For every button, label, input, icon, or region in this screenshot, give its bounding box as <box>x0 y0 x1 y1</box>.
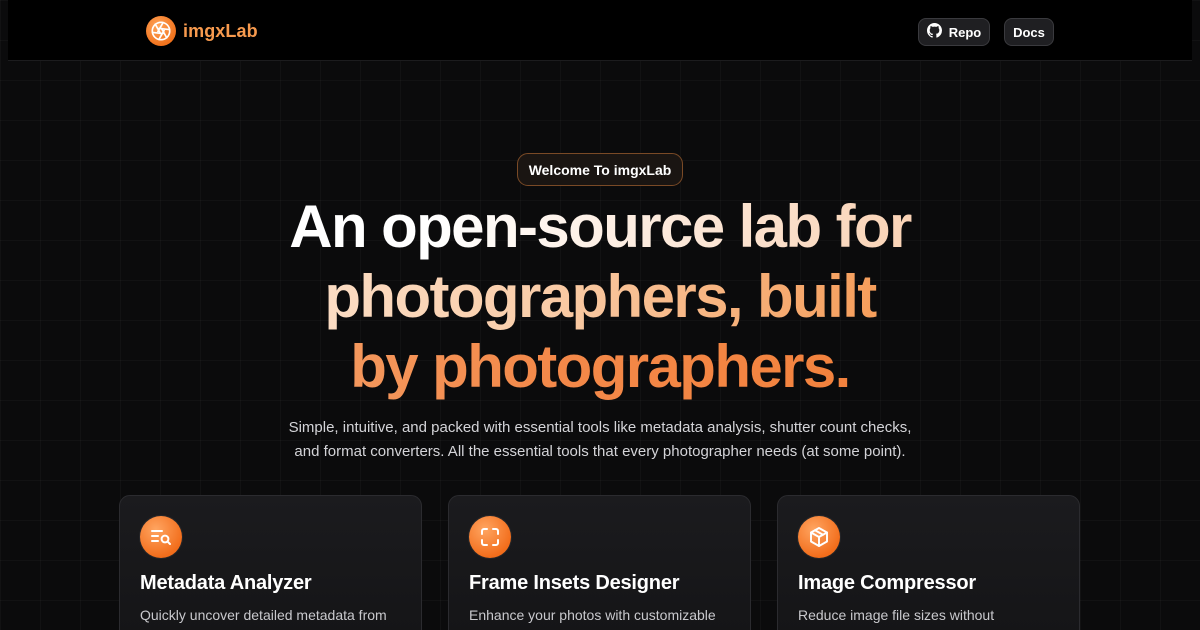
github-icon <box>926 23 942 41</box>
frame-icon <box>469 516 511 558</box>
box-icon <box>798 516 840 558</box>
hero-title-line-2: photographers, built <box>0 262 1200 332</box>
brand-name: imgxLab <box>183 20 258 41</box>
feature-card-frame-insets-designer[interactable]: Frame Insets Designer Enhance your photo… <box>448 495 751 630</box>
feature-title: Metadata Analyzer <box>140 572 312 594</box>
feature-card-image-compressor[interactable]: Image Compressor Reduce image file sizes… <box>777 495 1080 630</box>
hero-subtitle-line-1: Simple, intuitive, and packed with essen… <box>288 419 912 436</box>
repo-label: Repo <box>948 24 982 40</box>
hero-title-line-1: An open-source lab for <box>0 192 1200 262</box>
metadata-search-icon <box>140 516 182 558</box>
docs-button[interactable]: Docs <box>1004 18 1054 46</box>
top-navbar: imgxLab Repo Docs <box>8 0 1192 61</box>
repo-button[interactable]: Repo <box>918 18 990 46</box>
feature-title: Image Compressor <box>798 572 976 594</box>
hero-title-line-3: by photographers. <box>0 332 1200 402</box>
feature-card-metadata-analyzer[interactable]: Metadata Analyzer Quickly uncover detail… <box>119 495 422 630</box>
brand[interactable]: imgxLab <box>146 16 258 46</box>
hero-title: An open-source lab for photographers, bu… <box>0 192 1200 402</box>
hero-subtitle-line-2: and format converters. All the essential… <box>294 443 906 460</box>
feature-description: Quickly uncover detailed metadata from <box>140 607 387 623</box>
hero-subtitle: Simple, intuitive, and packed with essen… <box>0 416 1200 464</box>
feature-description: Reduce image file sizes without <box>798 607 995 623</box>
aperture-logo-icon <box>146 16 176 46</box>
docs-label: Docs <box>1013 24 1045 40</box>
feature-description: Enhance your photos with customizable <box>469 607 716 623</box>
feature-title: Frame Insets Designer <box>469 572 680 594</box>
welcome-badge: Welcome To imgxLab <box>517 153 683 186</box>
